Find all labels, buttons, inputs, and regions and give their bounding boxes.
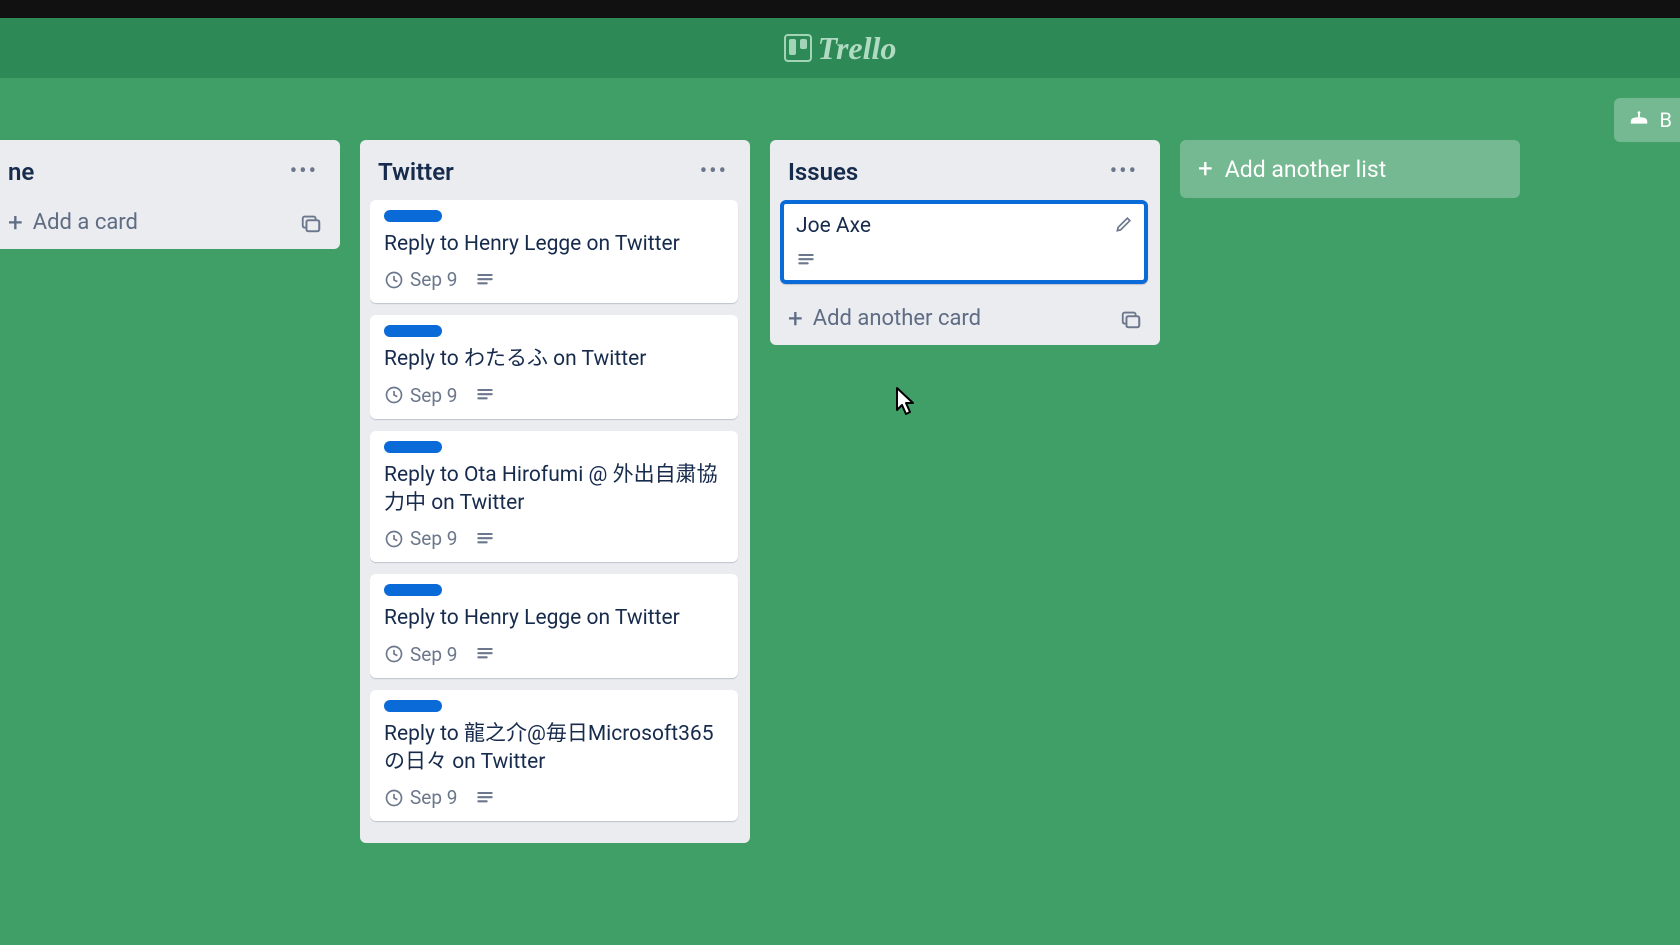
description-icon — [475, 644, 495, 664]
description-icon — [475, 788, 495, 808]
clock-icon — [384, 270, 404, 290]
list-menu-button[interactable]: ••• — [696, 161, 732, 183]
template-icon[interactable] — [300, 212, 322, 234]
trello-logo-icon — [784, 34, 812, 62]
list-header: ne ••• — [0, 154, 330, 200]
cards-container: Reply to Henry Legge on TwitterSep 9Repl… — [370, 200, 740, 833]
description-badge — [475, 529, 495, 549]
card[interactable]: Reply to わたるふ on Twitter Sep 9 — [370, 315, 738, 418]
butler-icon — [1628, 109, 1650, 131]
list-header: Issues ••• — [780, 154, 1150, 200]
trello-logo[interactable]: Trello — [784, 30, 897, 67]
description-icon — [475, 385, 495, 405]
card[interactable]: Reply to Henry Legge on Twitter Sep 9 — [370, 574, 738, 677]
due-date-text: Sep 9 — [410, 527, 457, 550]
butler-label: B — [1660, 108, 1672, 132]
card-title: Reply to Henry Legge on Twitter — [384, 230, 724, 258]
description-badge — [475, 644, 495, 664]
add-list-button[interactable]: + Add another list — [1180, 140, 1520, 198]
card-title: Reply to 龍之介@毎日Microsoft365の日々 on Twitte… — [384, 720, 724, 777]
due-date-badge[interactable]: Sep 9 — [384, 527, 457, 550]
description-badge — [475, 270, 495, 290]
app-header: Trello — [0, 18, 1680, 78]
list: ne ••• + Add a card — [0, 140, 340, 249]
edit-card-icon[interactable] — [1114, 214, 1134, 234]
plus-icon: + — [1198, 159, 1213, 179]
card-badges: Sep 9 — [384, 384, 724, 407]
due-date-text: Sep 9 — [410, 643, 457, 666]
list-title[interactable]: Twitter — [378, 158, 454, 186]
card[interactable]: Reply to Henry Legge on Twitter Sep 9 — [370, 200, 738, 303]
lists-row: ne ••• + Add a card Twi — [0, 140, 1680, 843]
list-title[interactable]: ne — [8, 158, 34, 186]
plus-icon: + — [788, 309, 803, 329]
description-icon — [475, 529, 495, 549]
description-icon — [475, 270, 495, 290]
clock-icon — [384, 644, 404, 664]
description-badge — [475, 385, 495, 405]
card-badges: Sep 9 — [384, 527, 724, 550]
card-badges: Sep 9 — [384, 643, 724, 666]
card[interactable]: Joe Axe — [780, 200, 1148, 284]
card-label[interactable] — [384, 210, 442, 222]
window-chrome — [0, 0, 1680, 18]
due-date-badge[interactable]: Sep 9 — [384, 384, 457, 407]
list: Issues ••• Joe Axe + Add another card — [770, 140, 1160, 345]
card-title: Reply to Ota Hirofumi @ 外出自粛協力中 on Twitt… — [384, 461, 724, 518]
due-date-badge[interactable]: Sep 9 — [384, 786, 457, 809]
card-badges: Sep 9 — [384, 268, 724, 291]
description-badge — [475, 788, 495, 808]
list-menu-button[interactable]: ••• — [1106, 161, 1142, 183]
board-canvas: B ne ••• + Add a card — [0, 78, 1680, 945]
card[interactable]: Reply to Ota Hirofumi @ 外出自粛協力中 on Twitt… — [370, 431, 738, 563]
list-footer: + Add a card — [0, 200, 330, 239]
clock-icon — [384, 529, 404, 549]
list-title[interactable]: Issues — [788, 158, 858, 186]
description-badge — [796, 250, 816, 270]
card-label[interactable] — [384, 584, 442, 596]
plus-icon: + — [8, 213, 23, 233]
clock-icon — [384, 385, 404, 405]
list-menu-button[interactable]: ••• — [286, 161, 322, 183]
due-date-text: Sep 9 — [410, 786, 457, 809]
trello-logo-text: Trello — [818, 30, 897, 67]
due-date-badge[interactable]: Sep 9 — [384, 643, 457, 666]
list-footer: + Add another card — [780, 296, 1150, 335]
add-list-label: Add another list — [1225, 156, 1386, 183]
description-icon — [796, 250, 816, 270]
card[interactable]: Reply to 龍之介@毎日Microsoft365の日々 on Twitte… — [370, 690, 738, 822]
card-label[interactable] — [384, 441, 442, 453]
cards-container: Joe Axe — [780, 200, 1150, 296]
card-title: Reply to Henry Legge on Twitter — [384, 604, 724, 632]
add-card-button[interactable]: + Add another card — [788, 306, 981, 331]
due-date-text: Sep 9 — [410, 268, 457, 291]
list-header: Twitter ••• — [370, 154, 740, 200]
butler-button[interactable]: B — [1614, 98, 1680, 142]
list: Twitter ••• Reply to Henry Legge on Twit… — [360, 140, 750, 843]
due-date-badge[interactable]: Sep 9 — [384, 268, 457, 291]
card-label[interactable] — [384, 325, 442, 337]
add-card-label: Add another card — [813, 306, 981, 331]
add-card-label: Add a card — [33, 210, 138, 235]
card-badges: Sep 9 — [384, 786, 724, 809]
card-label[interactable] — [384, 700, 442, 712]
card-title: Reply to わたるふ on Twitter — [384, 345, 724, 373]
card-title: Joe Axe — [796, 212, 1132, 240]
due-date-text: Sep 9 — [410, 384, 457, 407]
card-badges — [796, 250, 1132, 270]
clock-icon — [384, 788, 404, 808]
add-card-button[interactable]: + Add a card — [8, 210, 138, 235]
template-icon[interactable] — [1120, 308, 1142, 330]
